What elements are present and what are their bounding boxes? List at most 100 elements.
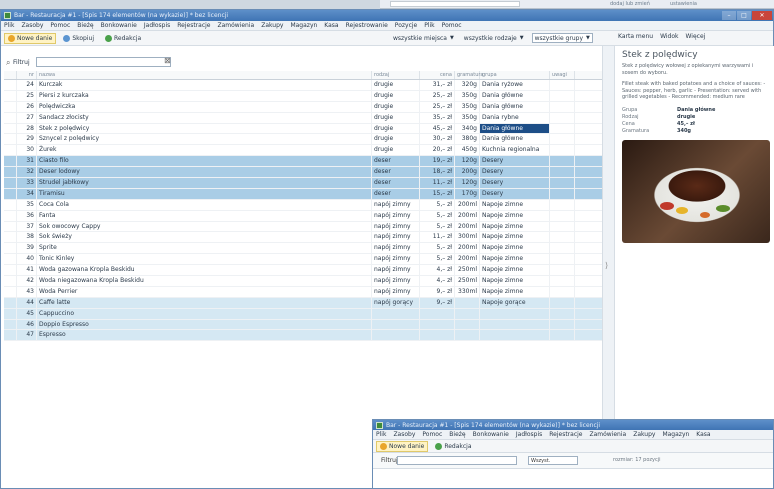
table-row[interactable]: 43 Woda Perrier napój zimny 9,– zł 330ml Napo… (4, 286, 602, 298)
table-row[interactable]: 42 Woda niegazowana Kropla Beskidu napój z… (4, 276, 602, 287)
second-select[interactable]: Wszyst. (528, 456, 578, 465)
main-menu-item[interactable]: Bonkowanie (101, 22, 137, 29)
main-menu-item[interactable]: Pozycje (395, 22, 417, 29)
edit-button[interactable]: Redakcja (101, 33, 145, 44)
table-row[interactable]: 28 Stek z polędwicy drugie 45,– zł 340g Dania… (4, 123, 602, 135)
main-menu-item[interactable]: Kasa (324, 22, 338, 29)
row-marker (4, 210, 17, 221)
splitter-grip-icon[interactable]: ⟩ (605, 261, 608, 270)
filter-input[interactable] (36, 57, 171, 67)
cell-name: Ciasto filo (37, 156, 372, 167)
header-name[interactable]: nazwa (37, 71, 372, 79)
cell-weight (455, 308, 480, 319)
second-filter-label[interactable]: Filtruj (381, 457, 398, 464)
more-button[interactable]: Więcej (685, 33, 705, 40)
cell-group: Napoje zimne (480, 232, 550, 243)
table-row[interactable]: 24 Kurczak drugie 31,– zł 320g Dania ryżowe (4, 80, 602, 91)
second-menu-item[interactable]: Jadłospis (516, 431, 542, 438)
minimize-icon[interactable]: – (722, 11, 736, 20)
background-link-2[interactable]: ustawienia (670, 1, 697, 7)
table-row[interactable]: 32 Deser lodowy deser 18,– zł 200g Desery (4, 167, 602, 179)
window-title: Bar - Restauracja #1 - [Spis 174 element… (14, 12, 229, 19)
background-link-1[interactable]: dodaj lub zmień (610, 1, 650, 7)
main-menu-item[interactable]: Jadłospis (144, 22, 170, 29)
table-row[interactable]: 41 Woda gazowana Kropla Beskidu napój zimn… (4, 265, 602, 277)
table-row[interactable]: 33 Strudel jabłkowy deser 11,– zł 120g Desery (4, 178, 602, 189)
table-row[interactable]: 35 Coca Cola napój zimny 5,– zł 200ml Napoje … (4, 199, 602, 211)
filter-place-dropdown[interactable]: wszystkie miejsca ▼ (391, 33, 456, 43)
filter-type-dropdown[interactable]: wszystkie rodzaje ▼ (462, 33, 526, 43)
table-row[interactable]: 29 Sznycel z polędwicy drugie 30,– zł 380g Da… (4, 134, 602, 146)
second-new-dish-button[interactable]: Nowe danie (376, 440, 429, 452)
table-row[interactable]: 26 Polędwiczka drugie 25,– zł 350g Dania głów… (4, 101, 602, 113)
close-icon[interactable]: ✕ (752, 11, 772, 20)
table-row[interactable]: 36 Fanta napój zimny 5,– zł 200ml Napoje zimn… (4, 210, 602, 222)
cell-type: napój gorący (372, 297, 420, 308)
header-price[interactable]: cena (420, 71, 455, 79)
row-marker (4, 156, 17, 167)
main-menu-item[interactable]: Plik (424, 22, 434, 29)
main-menu-item[interactable]: Rejestracje (177, 22, 210, 29)
second-menu-item[interactable]: Bonkowanie (473, 431, 509, 438)
second-edit-button[interactable]: Redakcja (431, 441, 475, 452)
main-menu-item[interactable]: Rejestrowanie (346, 22, 388, 29)
table-row[interactable]: 34 Tiramisu deser 15,– zł 170g Desery (4, 188, 602, 200)
table-row[interactable]: 47 Espresso (4, 330, 602, 342)
cell-name: Espresso (37, 330, 372, 341)
cell-price: 5,– zł (420, 221, 455, 232)
main-menu-item[interactable]: Pomoc (442, 22, 462, 29)
table-row[interactable]: 38 Sok świeży napój zimny 11,– zł 300ml Napoj… (4, 232, 602, 244)
main-menu-item[interactable]: Zasoby (21, 22, 43, 29)
second-menu-item[interactable]: Zakupy (633, 431, 655, 438)
second-filter-input[interactable] (397, 456, 517, 465)
table-row[interactable]: 30 Żurek drugie 20,– zł 450g Kuchnia regional… (4, 145, 602, 157)
filter-label[interactable]: Filtruj (13, 59, 30, 66)
table-row[interactable]: 40 Tonic Kinley napój zimny 5,– zł 200ml Napo… (4, 254, 602, 266)
cell-notes (550, 243, 575, 254)
cell-name: Caffe latte (37, 297, 372, 308)
table-row[interactable]: 25 Piersi z kurczaka drugie 25,– zł 350g Dani… (4, 90, 602, 102)
header-type[interactable]: rodzaj (372, 71, 420, 79)
cell-name: Piersi z kurczaka (37, 90, 372, 101)
table-row[interactable]: 45 Cappuccino (4, 308, 602, 320)
main-menu-item[interactable]: Plik (4, 22, 14, 29)
table-row[interactable]: 46 Doppio Espresso (4, 319, 602, 331)
cell-num: 30 (17, 145, 37, 156)
header-notes[interactable]: uwagi (550, 71, 575, 79)
background-input[interactable] (390, 1, 520, 7)
second-menu-item[interactable]: Rejestracje (549, 431, 582, 438)
cell-price: 4,– zł (420, 276, 455, 286)
table-row[interactable]: 44 Caffe latte napój gorący 9,– zł Napoje go… (4, 297, 602, 309)
filter-group-dropdown[interactable]: wszystkie grupy ▼ (531, 33, 593, 43)
second-menu-item[interactable]: Zasoby (393, 431, 415, 438)
new-dish-button[interactable]: Nowe danie (4, 32, 57, 44)
cell-group: Napoje zimne (480, 210, 550, 221)
maximize-icon[interactable]: □ (737, 11, 751, 20)
app-icon (376, 421, 383, 429)
table-row[interactable]: 31 Ciasto filo deser 19,– zł 120g Desery (4, 156, 602, 168)
cell-group: Dania rybne (480, 112, 550, 123)
second-menu-item[interactable]: Kasa (696, 431, 710, 438)
copy-button[interactable]: Skopiuj (59, 33, 98, 44)
header-weight[interactable]: gramatura (455, 71, 483, 79)
table-row[interactable]: 39 Sprite napój zimny 5,– zł 200ml Napoje zim… (4, 243, 602, 255)
second-menu-item[interactable]: Plik (376, 431, 386, 438)
main-menu-item[interactable]: Zakupy (261, 22, 283, 29)
header-num[interactable]: nr (17, 71, 37, 79)
table-row[interactable]: 37 Sok owocowy Cappy napój zimny 5,– zł 200m… (4, 221, 602, 233)
main-menu-item[interactable]: Magazyn (290, 22, 317, 29)
menu-card-button[interactable]: Karta menu (618, 33, 653, 40)
cell-num: 36 (17, 210, 37, 221)
main-menu-item[interactable]: Bieżę (77, 22, 93, 29)
second-menu-item[interactable]: Zamówienia (589, 431, 626, 438)
main-menu-item[interactable]: Zamówienia (217, 22, 254, 29)
second-menu-item[interactable]: Pomoc (422, 431, 442, 438)
second-menu-item[interactable]: Magazyn (662, 431, 689, 438)
main-menu-item[interactable]: Pomoc (50, 22, 70, 29)
view-button[interactable]: Widok (660, 33, 678, 40)
cell-notes (550, 199, 575, 210)
filter-clear-icon[interactable]: ⊠ (164, 56, 171, 65)
second-menu-item[interactable]: Bieżę (449, 431, 465, 438)
table-row[interactable]: 27 Sandacz złocisty drugie 35,– zł 350g Dania… (4, 112, 602, 124)
header-group[interactable]: grupa (480, 71, 550, 79)
